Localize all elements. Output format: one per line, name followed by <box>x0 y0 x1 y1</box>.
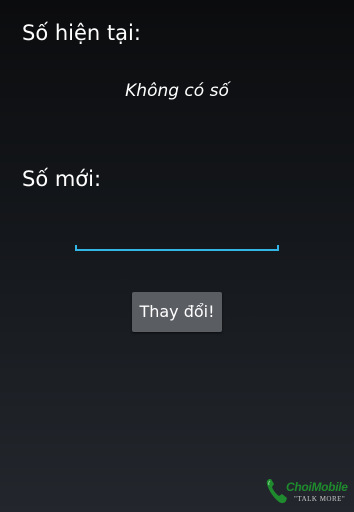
current-number-value: Không có số <box>125 81 229 101</box>
input-underline-left-tick <box>75 245 77 250</box>
current-number-label: Số hiện tại: <box>22 21 141 45</box>
watermark-tagline: "TALK MORE" <box>294 495 346 503</box>
change-button[interactable]: Thay đổi! <box>132 292 222 332</box>
new-number-label: Số mới: <box>22 167 102 191</box>
new-number-field[interactable] <box>75 222 279 252</box>
watermark-brand: ChoiMobile <box>286 480 348 494</box>
input-underline <box>75 249 279 251</box>
new-number-input[interactable] <box>75 222 279 250</box>
input-underline-right-tick <box>277 245 279 250</box>
watermark-logo: ChoiMobile "TALK MORE" <box>264 476 350 510</box>
